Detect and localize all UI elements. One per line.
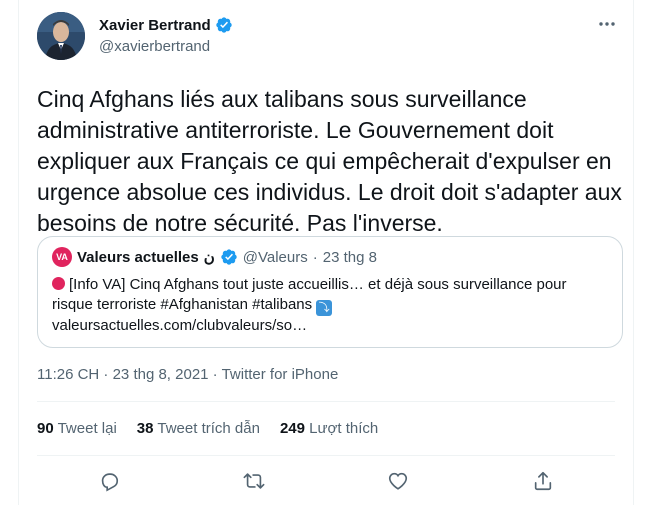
- author-handle[interactable]: @xavierbertrand: [99, 38, 210, 55]
- like-heart-icon[interactable]: [383, 466, 413, 496]
- likes-label: Lượt thích: [309, 420, 379, 437]
- author-name-row[interactable]: Xavier Bertrand: [99, 16, 233, 34]
- quotes-stat[interactable]: 38 Tweet trích dẫn: [137, 420, 260, 437]
- tweet-text: Cinq Afghans liés aux talibans sous surv…: [37, 86, 622, 236]
- quoted-tweet-text: [Info VA] Cinq Afghans tout juste accuei…: [52, 276, 567, 313]
- author-name[interactable]: Xavier Bertrand: [99, 17, 211, 34]
- quotes-count: 38: [136, 420, 154, 437]
- quoted-author-name-suffix: ن: [203, 249, 215, 266]
- retweet-icon[interactable]: [239, 466, 269, 496]
- share-icon[interactable]: [528, 466, 558, 496]
- more-options-icon[interactable]: [595, 14, 619, 34]
- quoted-tweet-link[interactable]: valeursactuelles.com/clubvaleurs/so…: [52, 317, 307, 334]
- avatar[interactable]: [37, 12, 85, 60]
- arrow-down-right-emoji-icon: ⤵: [316, 300, 333, 316]
- action-bar: [37, 466, 615, 496]
- divider: [37, 401, 615, 402]
- valeurs-logo[interactable]: VA: [52, 247, 72, 267]
- quoted-tweet-body: [Info VA] Cinq Afghans tout juste accuei…: [52, 275, 607, 336]
- tweet-timestamp[interactable]: 11:26 CH · 23 thg 8, 2021 · Twitter for …: [37, 366, 338, 383]
- engagement-stats: 90 Tweet lại 38 Tweet trích dẫn 249 Lượt…: [37, 420, 378, 437]
- retweets-count: 90: [37, 420, 54, 437]
- quoted-author-name[interactable]: Valeurs actuelles: [77, 249, 199, 266]
- quoted-author-handle[interactable]: @Valeurs: [243, 249, 308, 266]
- retweets-label: Tweet lại: [57, 420, 117, 437]
- reply-icon[interactable]: [94, 466, 124, 496]
- verified-badge-icon: [220, 248, 238, 266]
- likes-stat[interactable]: 249 Lượt thích: [280, 420, 378, 437]
- tweet-card: Xavier Bertrand @xavierbertrand Cinq Afg…: [18, 0, 634, 505]
- red-circle-emoji-icon: [52, 277, 65, 290]
- quoted-separator: ·: [312, 248, 318, 266]
- quotes-label: Tweet trích dẫn: [157, 420, 260, 437]
- quoted-date[interactable]: 23 thg 8: [323, 249, 377, 266]
- quoted-tweet[interactable]: VA Valeurs actuelles ن @Valeurs · 23 thg…: [37, 236, 623, 348]
- likes-count: 249: [279, 420, 305, 437]
- quoted-tweet-header: VA Valeurs actuelles ن @Valeurs · 23 thg…: [52, 247, 377, 267]
- divider: [37, 455, 615, 456]
- retweets-stat[interactable]: 90 Tweet lại: [37, 420, 117, 437]
- verified-badge-icon: [215, 16, 233, 34]
